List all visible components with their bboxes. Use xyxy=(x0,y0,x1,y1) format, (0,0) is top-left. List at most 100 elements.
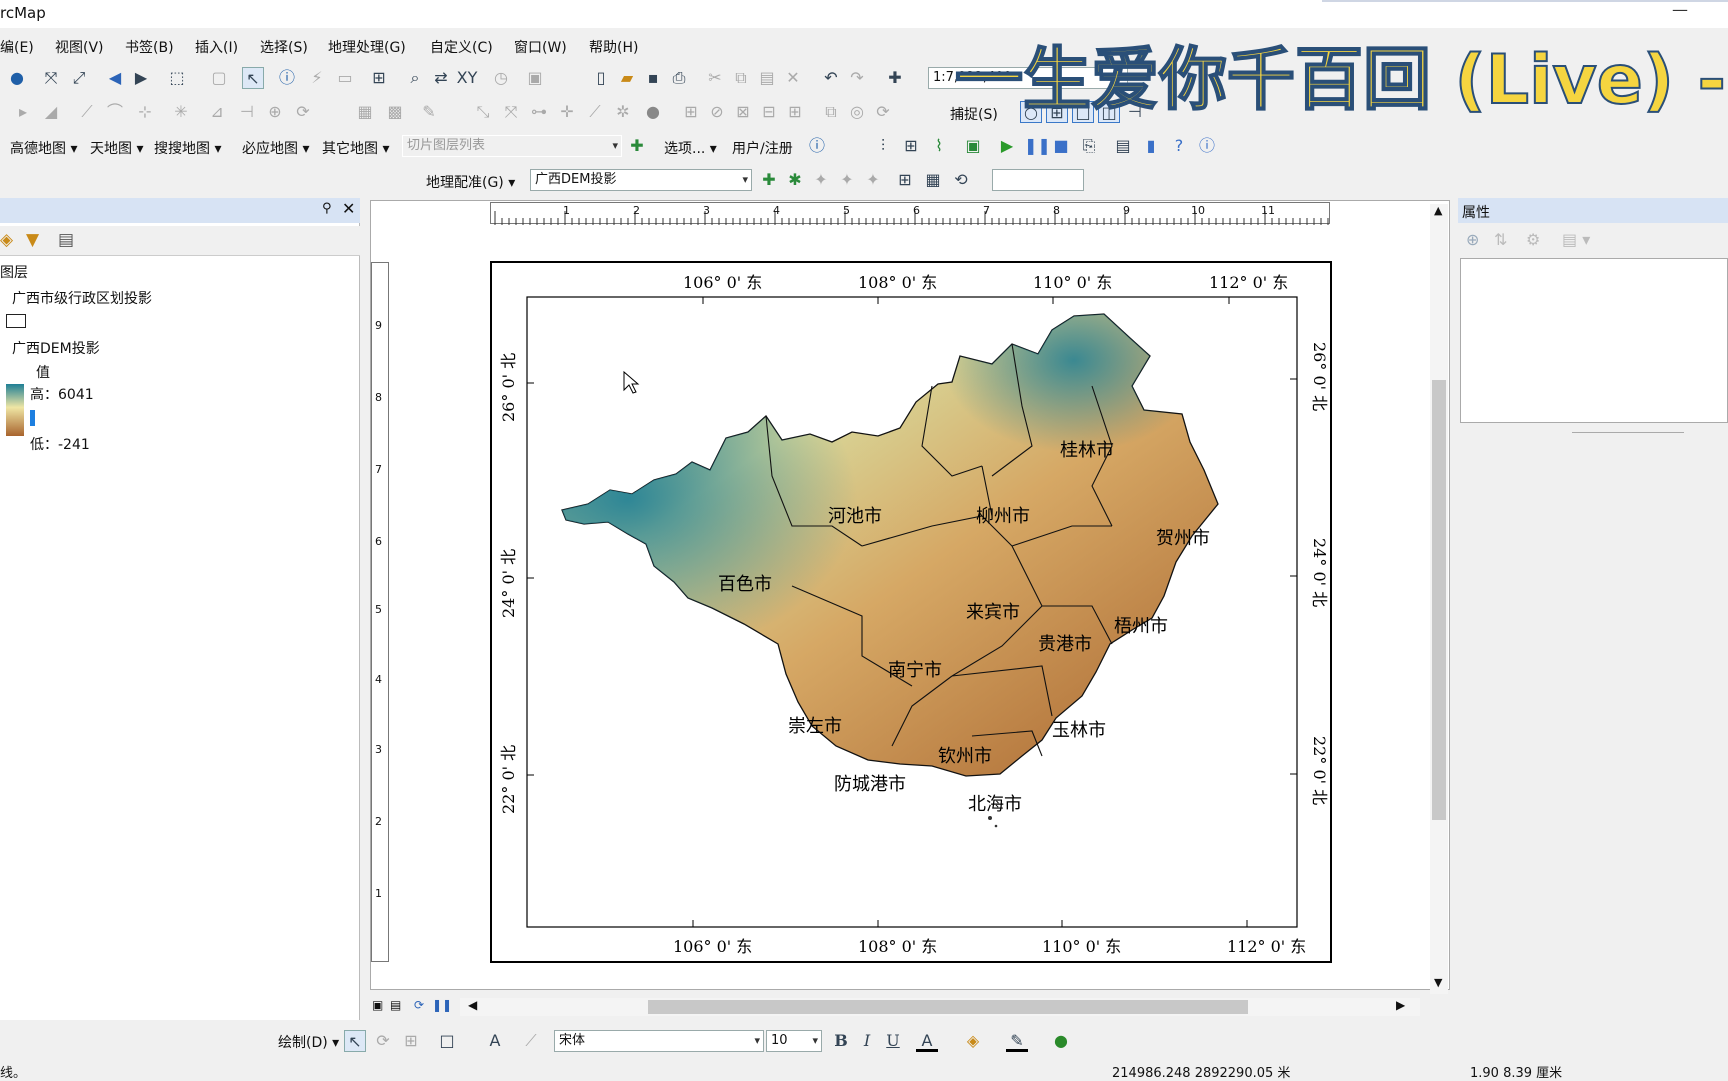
sphere-icon[interactable]: ● xyxy=(642,101,664,123)
comment-icon[interactable]: ▤ xyxy=(1112,135,1134,157)
select-elements-icon[interactable]: ↖ xyxy=(242,67,264,89)
pin-icon[interactable]: ⚲ xyxy=(322,201,332,216)
network-icon-1[interactable]: ⫶ xyxy=(872,135,894,157)
new-document-icon[interactable]: ▯ xyxy=(590,67,612,89)
generalize-icon-2[interactable]: ◎ xyxy=(846,101,868,123)
select-link-icon[interactable]: ✦ xyxy=(810,169,832,191)
open-folder-icon[interactable]: ▰ xyxy=(616,67,638,89)
find-icon[interactable]: ⌕ xyxy=(404,67,426,89)
line-color-icon[interactable]: ✎ xyxy=(1006,1030,1028,1052)
menu-selection[interactable]: 选择(S) xyxy=(260,37,308,57)
generalize-icon-1[interactable]: ⧉ xyxy=(820,101,842,123)
italic-button[interactable]: I xyxy=(856,1030,878,1052)
chart-icon[interactable]: ▮ xyxy=(1140,135,1162,157)
about-icon[interactable]: ⓘ xyxy=(1196,135,1218,157)
add-data-icon[interactable]: ✚ xyxy=(884,67,906,89)
edit-vertices-icon[interactable]: ⟋ xyxy=(520,1030,542,1052)
zoom-whole-page-icon[interactable]: ⊞ xyxy=(400,1030,422,1052)
menu-view[interactable]: 视图(V) xyxy=(55,37,104,57)
sosou-map-menu[interactable]: 搜搜地图 ▾ xyxy=(154,138,221,158)
sort-icon[interactable]: ⇅ xyxy=(1494,230,1507,249)
paste-icon[interactable]: ▤ xyxy=(756,67,778,89)
horizontal-scroll-thumb[interactable] xyxy=(648,1000,1248,1014)
viewer-icon[interactable]: ▣ xyxy=(524,67,546,89)
toc-layer-dem[interactable]: 广西DEM投影 xyxy=(12,338,100,358)
gaode-map-menu[interactable]: 高德地图 ▾ xyxy=(10,138,77,158)
topology-icon-5[interactable]: ⟋ xyxy=(584,101,606,123)
topology-icon-2[interactable]: ⤧ xyxy=(500,101,522,123)
scroll-right-icon[interactable]: ▶ xyxy=(1396,998,1405,1012)
vertex-icon[interactable]: ⊹ xyxy=(134,101,156,123)
tile-layer-dropdown[interactable]: 切片图层列表 ▾ xyxy=(402,135,622,157)
bing-map-menu[interactable]: 必应地图 ▾ xyxy=(242,138,309,158)
print-icon[interactable]: ⎙ xyxy=(668,67,690,89)
menu-edit[interactable]: 编(E) xyxy=(0,37,34,57)
select-features-icon[interactable]: ⬚ xyxy=(166,67,188,89)
auto-register-icon[interactable]: ✱ xyxy=(784,169,806,191)
time-slider-icon[interactable]: ◷ xyxy=(490,67,512,89)
list-by-source-icon[interactable]: ▼ xyxy=(26,230,39,250)
tianditu-map-menu[interactable]: 天地图 ▾ xyxy=(90,138,143,158)
pause-draw-icon[interactable]: ❚❚ xyxy=(432,998,452,1012)
info-icon[interactable]: ⓘ xyxy=(806,135,828,157)
pause-icon[interactable]: ❚❚ xyxy=(1024,135,1051,157)
add-control-points-icon[interactable]: ✚ xyxy=(758,169,780,191)
create-features-icon[interactable]: ✎ xyxy=(418,101,440,123)
help-icon[interactable]: ? xyxy=(1168,135,1190,157)
hyperlink-icon[interactable]: ⚡ xyxy=(306,67,328,89)
text-icon[interactable]: A xyxy=(484,1030,506,1052)
route-icon[interactable]: ⇄ xyxy=(430,67,452,89)
dem-color-ramp[interactable] xyxy=(6,384,24,436)
rotate-element-icon[interactable]: ⟳ xyxy=(372,1030,394,1052)
delete-icon[interactable]: ✕ xyxy=(782,67,804,89)
map-svg[interactable]: 106° 0' 东 108° 0' 东 110° 0' 东 112° 0' 东 … xyxy=(392,226,1432,986)
sketch-properties-icon[interactable]: ▩ xyxy=(384,101,406,123)
topology-icon-4[interactable]: ✛ xyxy=(556,101,578,123)
property-pages-icon[interactable]: ⚙ xyxy=(1526,230,1540,249)
menu-customize[interactable]: 自定义(C) xyxy=(430,37,493,57)
network-icon-3[interactable]: ⌇ xyxy=(928,135,950,157)
options-icon[interactable]: ▤ xyxy=(58,230,74,250)
attributes-icon[interactable]: ▦ xyxy=(354,101,376,123)
other-map-menu[interactable]: 其它地图 ▾ xyxy=(322,138,389,158)
properties-splitter[interactable] xyxy=(1572,432,1684,433)
horizontal-scrollbar[interactable]: ◀ ▶ xyxy=(460,998,1420,1016)
font-size-dropdown[interactable]: 10 ▾ xyxy=(766,1030,822,1052)
georef-layer-dropdown[interactable]: 广西DEM投影 ▾ xyxy=(530,169,752,191)
refresh-icon[interactable]: ⟳ xyxy=(414,998,424,1012)
font-dropdown[interactable]: 宋体 ▾ xyxy=(554,1030,764,1052)
split-icon[interactable]: ⊣ xyxy=(236,101,258,123)
rectangle-icon[interactable]: □ xyxy=(436,1030,458,1052)
categorized-icon[interactable]: ⊕ xyxy=(1466,230,1479,249)
advanced-edit-icon-4[interactable]: ⊟ xyxy=(758,101,780,123)
advanced-edit-icon-5[interactable]: ⊞ xyxy=(784,101,806,123)
georef-menu[interactable]: 地理配准(G) ▾ xyxy=(426,172,515,192)
vertical-scroll-thumb[interactable] xyxy=(1432,380,1446,820)
save-icon[interactable]: ▪ xyxy=(642,67,664,89)
underline-button[interactable]: U xyxy=(882,1030,904,1052)
topology-icon-3[interactable]: ⊶ xyxy=(528,101,550,123)
rotate-tool-icon[interactable]: ⟲ xyxy=(950,169,972,191)
link-table-icon[interactable]: ▦ xyxy=(922,169,944,191)
run-icon[interactable]: ▶ xyxy=(996,135,1018,157)
goto-xy-icon[interactable]: XY xyxy=(456,67,478,89)
minimize-button[interactable]: — xyxy=(1672,0,1688,19)
viewer-window-icon[interactable]: ⊞ xyxy=(894,169,916,191)
topology-icon-1[interactable]: ⤡ xyxy=(472,101,494,123)
rotate-icon[interactable]: ⟳ xyxy=(292,101,314,123)
user-register-button[interactable]: 用户/注册 xyxy=(732,138,793,158)
menu-windows[interactable]: 窗口(W) xyxy=(514,37,567,57)
scroll-down-icon[interactable]: ▼ xyxy=(1434,976,1442,989)
district-symbol[interactable] xyxy=(6,314,26,328)
menu-insert[interactable]: 插入(I) xyxy=(195,37,238,57)
measure-icon[interactable]: ⊞ xyxy=(368,67,390,89)
redo-icon[interactable]: ↷ xyxy=(846,67,868,89)
close-icon[interactable]: ✕ xyxy=(342,199,355,218)
list-icon[interactable]: ▤ ▾ xyxy=(1562,230,1590,249)
marker-color-icon[interactable]: ● xyxy=(1050,1030,1072,1052)
bold-button[interactable]: B xyxy=(830,1030,852,1052)
forward-arrow-icon[interactable]: ▶ xyxy=(130,67,152,89)
delete-link-icon[interactable]: ✦ xyxy=(862,169,884,191)
curve-icon[interactable]: ⌒ xyxy=(104,101,126,123)
clear-selection-icon[interactable]: ▢ xyxy=(208,67,230,89)
